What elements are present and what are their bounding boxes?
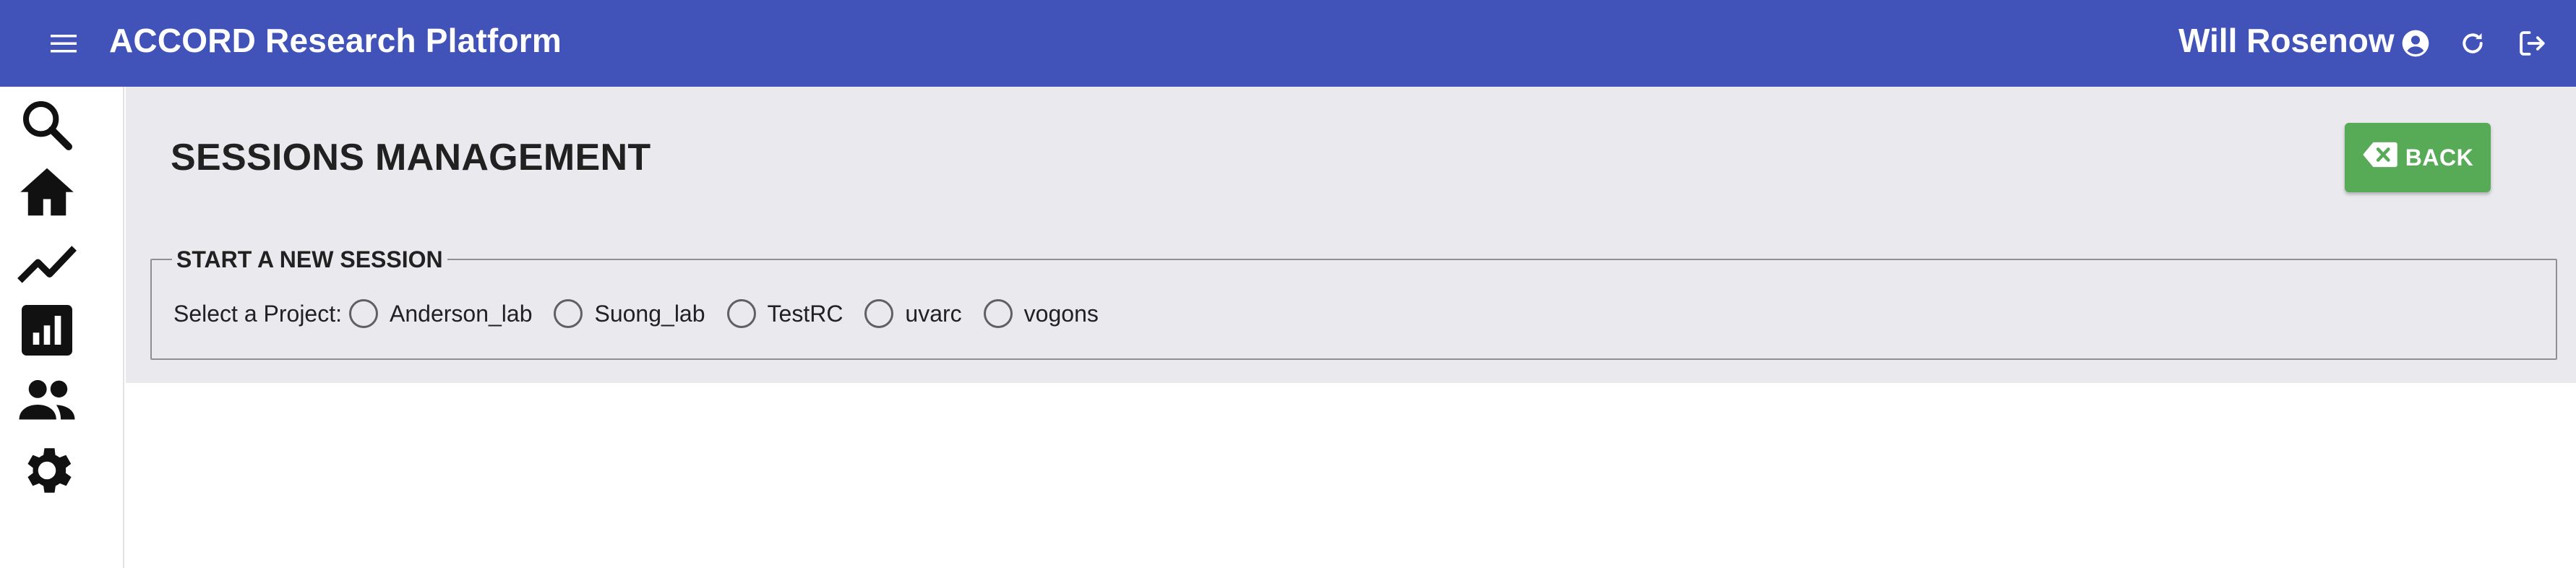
- search-icon[interactable]: [14, 92, 80, 158]
- radio-button[interactable]: [864, 299, 894, 328]
- home-icon[interactable]: [14, 159, 80, 224]
- page-title: SESSIONS MANAGEMENT: [171, 137, 651, 178]
- trending-line-icon[interactable]: [14, 231, 80, 296]
- people-icon[interactable]: [14, 367, 80, 432]
- user-name: Will Rosenow: [2178, 22, 2395, 59]
- start-session-fieldset: START A NEW SESSION Select a Project: An…: [150, 246, 2557, 360]
- refresh-icon[interactable]: [2455, 26, 2490, 61]
- project-option-vogons[interactable]: vogons: [983, 299, 1099, 328]
- project-option-label: Anderson_lab: [390, 300, 533, 327]
- gear-icon[interactable]: [14, 438, 80, 503]
- account-circle-icon[interactable]: [2398, 26, 2433, 61]
- project-option-anderson-lab[interactable]: Anderson_lab: [349, 299, 532, 328]
- start-session-legend: START A NEW SESSION: [172, 246, 447, 273]
- bar-chart-icon[interactable]: [14, 298, 80, 363]
- project-radio-group: Select a Project: Anderson_lab Suong_lab…: [173, 298, 1120, 330]
- logout-icon[interactable]: [2515, 26, 2549, 61]
- project-option-uvarc[interactable]: uvarc: [864, 299, 962, 328]
- sidebar: [0, 87, 124, 568]
- radio-button[interactable]: [349, 299, 378, 328]
- app-title: ACCORD Research Platform: [109, 22, 562, 59]
- project-option-label: uvarc: [905, 300, 962, 327]
- radio-button[interactable]: [983, 299, 1013, 328]
- hamburger-menu-icon[interactable]: [42, 25, 85, 62]
- radio-button[interactable]: [554, 299, 583, 328]
- project-option-label: TestRC: [767, 300, 843, 327]
- back-button[interactable]: BACK: [2345, 123, 2491, 192]
- project-option-label: Suong_lab: [594, 300, 705, 327]
- back-button-label: BACK: [2405, 144, 2474, 171]
- backspace-icon: [2362, 141, 2398, 174]
- top-app-bar: ACCORD Research Platform Will Rosenow: [0, 0, 2576, 87]
- project-option-suong-lab[interactable]: Suong_lab: [554, 299, 705, 328]
- project-option-testrc[interactable]: TestRC: [726, 299, 843, 328]
- radio-button[interactable]: [726, 299, 756, 328]
- select-project-label: Select a Project:: [173, 300, 342, 327]
- project-option-label: vogons: [1023, 300, 1099, 327]
- main-content: SESSIONS MANAGEMENT BACK START A NEW SES…: [126, 87, 2576, 383]
